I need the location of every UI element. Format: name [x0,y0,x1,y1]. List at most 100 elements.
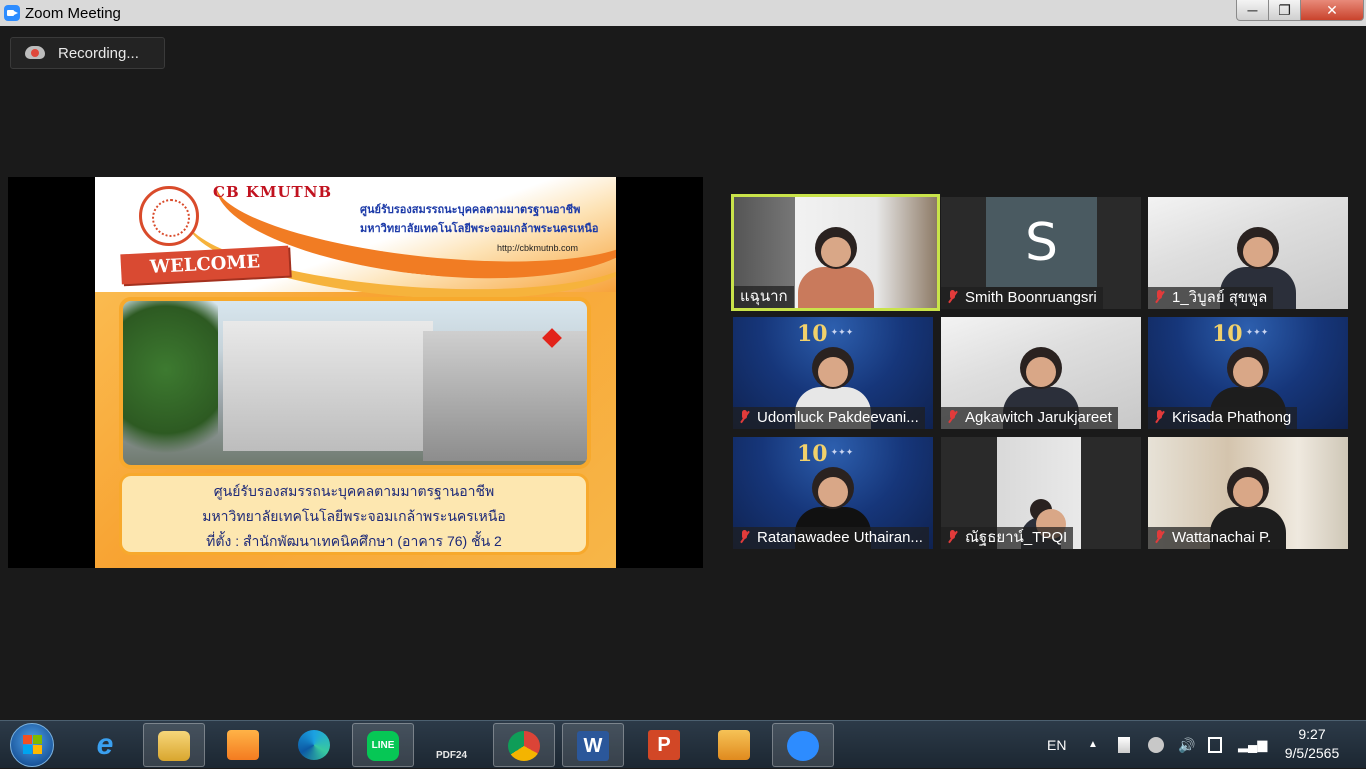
video-tile[interactable]: S Smith Boonruangsri [941,197,1141,309]
taskbar-media-player[interactable] [212,723,274,767]
participant-name-bar: 1_วิบูลย์ สุขพูล [1148,287,1274,309]
slide-brand: CB KMUTNB [213,183,333,201]
taskbar-chrome[interactable] [493,723,555,767]
shared-screen[interactable]: CB KMUTNB ศูนย์รับรองสมรรถนะบุคคลตามมาตร… [8,177,703,568]
muted-mic-icon [947,290,957,304]
word-icon: W [577,731,609,761]
recording-label: Recording... [58,45,139,62]
participant-face [1237,227,1279,269]
participant-name-bar: ณัฐธยาน์_TPQI [941,527,1074,549]
participant-name: Udomluck Pakdeevani... [757,409,919,426]
slide-header-line1: ศูนย์รับรองสมรรถนะบุคคลตามมาตรฐานอาชีพ [360,204,581,216]
windows-taskbar: e LINE PDF24 W P EN ▲ 🔊 ▂▄▆ 9:27 9/5/256… [0,720,1366,768]
zoom-icon [787,731,819,761]
participant-name-bar: Agkawitch Jarukjareet [941,407,1118,429]
action-center-flag-icon[interactable] [1118,737,1130,753]
presentation-slide: CB KMUTNB ศูนย์รับรองสมรรถนะบุคคลตามมาตร… [95,177,616,568]
video-tile[interactable]: Agkawitch Jarukjareet [941,317,1141,429]
video-tile[interactable]: 1_วิบูลย์ สุขพูล [1148,197,1348,309]
participant-face [1227,347,1269,389]
close-button[interactable]: ✕ [1300,0,1364,21]
video-tile[interactable]: แฉุนาก [731,194,940,311]
participant-name: แฉุนาก [740,288,788,305]
battery-icon[interactable] [1208,737,1222,753]
video-tile[interactable]: 10 ✦✦✦ Ratanawadee Uthairan... [733,437,933,549]
participant-name: Wattanachai P. [1172,529,1272,546]
muted-mic-icon [1154,530,1164,544]
building-photo [119,297,591,469]
participant-name: 1_วิบูลย์ สุขพูล [1172,289,1268,306]
video-tile[interactable]: 10 ✦✦✦ Udomluck Pakdeevani... [733,317,933,429]
taskbar-pdf24[interactable]: PDF24 [422,723,484,767]
university-seal-icon [139,186,199,246]
window-titlebar: Zoom Meeting ─ ❐ ✕ [0,0,1366,26]
participant-name: Smith Boonruangsri [965,289,1097,306]
anniversary-logo-icon: 10 ✦✦✦ [797,321,854,347]
windows-logo-icon [23,745,32,754]
participant-face [812,347,854,389]
slide-header-line2: มหาวิทยาลัยเทคโนโลยีพระจอมเกล้าพระนครเหน… [360,223,599,235]
participant-name: Krisada Phathong [1172,409,1292,426]
muted-mic-icon [947,410,957,424]
slide-url: http://cbkmutnb.com [497,243,579,253]
taskbar-zoom[interactable] [772,723,834,767]
anniversary-logo-icon: 10 ✦✦✦ [797,441,854,467]
taskbar-file-explorer[interactable] [143,723,205,767]
video-tile[interactable]: ณัฐธยาน์_TPQI [941,437,1141,549]
show-hidden-icons-button[interactable]: ▲ [1088,721,1098,769]
participant-face [1030,499,1066,539]
participant-name: Agkawitch Jarukjareet [965,409,1112,426]
taskbar-line[interactable]: LINE [352,723,414,767]
participant-face [812,467,854,509]
participant-name-bar: Krisada Phathong [1148,407,1298,429]
media-player-icon [227,730,259,760]
participant-name-bar: Smith Boonruangsri [941,287,1103,309]
video-tile[interactable]: Wattanachai P. [1148,437,1348,549]
taskbar-photos[interactable] [703,723,765,767]
building-image [223,321,433,451]
zoom-app-icon [4,5,20,21]
minimize-button[interactable]: ─ [1236,0,1269,21]
recording-indicator[interactable]: Recording... [10,37,165,69]
participant-name-bar: Ratanawadee Uthairan... [733,527,929,549]
muted-mic-icon [1154,410,1164,424]
clock-time: 9:27 [1298,726,1326,742]
taskbar-edge[interactable] [283,723,345,767]
language-indicator[interactable]: EN [1047,721,1066,769]
info-line2: มหาวิทยาลัยเทคโนโลยีพระจอมเกล้าพระนครเหน… [202,508,506,524]
participant-face [1227,467,1269,509]
tree-image [123,301,218,465]
volume-icon[interactable]: 🔊 [1178,737,1195,753]
powerpoint-icon: P [648,730,680,760]
system-clock[interactable]: 9:27 9/5/2565 [1268,725,1356,763]
anniversary-logo-icon: 10 ✦✦✦ [1212,321,1269,347]
windows-logo-icon [33,745,42,754]
taskbar-internet-explorer[interactable]: e [74,723,136,767]
participant-name: Ratanawadee Uthairan... [757,529,923,546]
muted-mic-icon [739,410,749,424]
maximize-button[interactable]: ❐ [1268,0,1301,21]
network-globe-icon[interactable] [1148,737,1164,753]
info-line3: ที่ตั้ง : สำนักพัฒนาเทคนิคศึกษา (อาคาร 7… [206,533,502,549]
participant-face [1020,347,1062,389]
info-line1: ศูนย์รับรองสมรรถนะบุคคลตามมาตรฐานอาชีพ [213,483,495,499]
pdf24-label: PDF24 [436,750,468,761]
edge-icon [298,730,330,760]
start-button[interactable] [10,723,54,767]
taskbar-word[interactable]: W [562,723,624,767]
internet-explorer-icon: e [96,728,114,761]
muted-mic-icon [739,530,749,544]
signal-bars-icon[interactable]: ▂▄▆ [1238,737,1267,753]
participant-name: ณัฐธยาน์_TPQI [965,529,1068,546]
office-image [423,331,587,461]
participant-avatar: S [986,197,1097,287]
windows-logo-icon [33,735,42,744]
participant-name-bar: Wattanachai P. [1148,527,1278,549]
windows-logo-icon [23,735,32,744]
taskbar-powerpoint[interactable]: P [633,723,695,767]
participant-name-bar: แฉุนาก [734,286,794,308]
video-tile[interactable]: 10 ✦✦✦ Krisada Phathong [1148,317,1348,429]
cloud-recording-icon [25,46,45,59]
muted-mic-icon [947,530,957,544]
chrome-icon [508,731,540,761]
